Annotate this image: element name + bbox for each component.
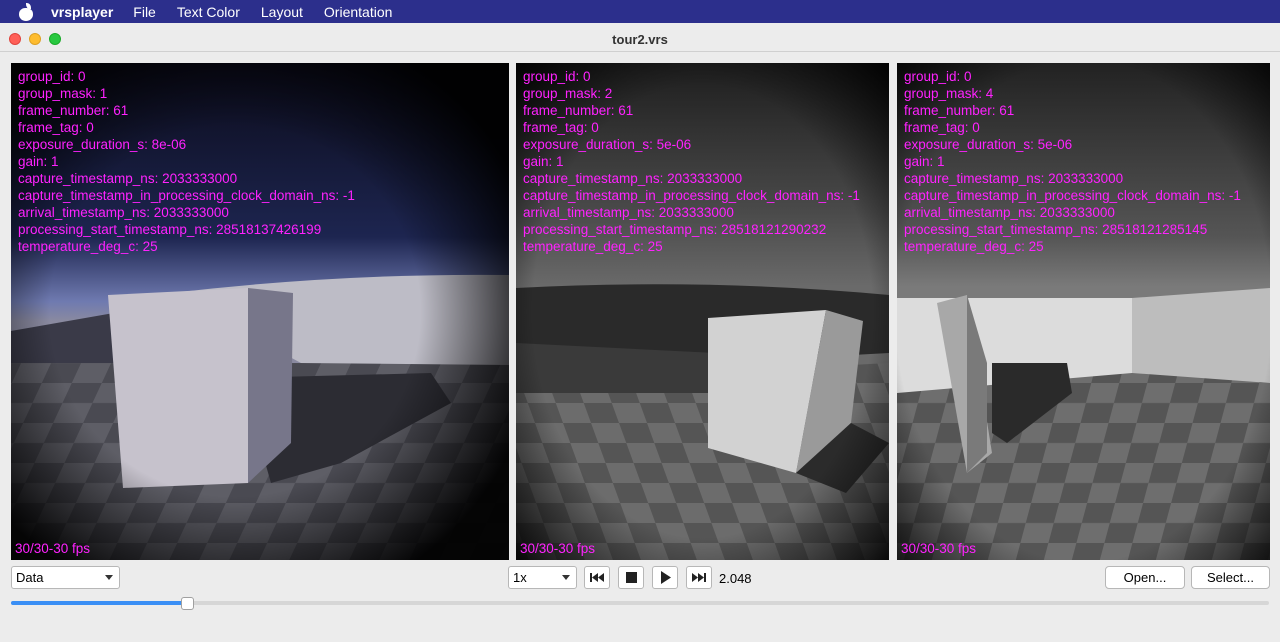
camera-view-2: group_id: 0 group_mask: 2 frame_number: … (516, 63, 889, 560)
overlay-line: arrival_timestamp_ns: 2033333000 (904, 205, 1115, 220)
overlay-line: frame_tag: 0 (18, 120, 94, 135)
overlay-line: exposure_duration_s: 8e-06 (18, 137, 187, 152)
overlay-line: capture_timestamp_in_processing_clock_do… (904, 188, 1241, 203)
camera-view-1: group_id: 0 group_mask: 1 frame_number: … (11, 63, 509, 560)
window-title: tour2.vrs (612, 32, 668, 47)
overlay-line: capture_timestamp_in_processing_clock_do… (18, 188, 355, 203)
overlay-line: capture_timestamp_ns: 2033333000 (904, 171, 1124, 186)
overlay-line: group_id: 0 (523, 69, 591, 84)
chevron-down-icon (105, 575, 113, 580)
speed-value: 1x (513, 570, 527, 585)
skip-back-icon (590, 573, 604, 582)
time-readout: 2.048 (719, 571, 752, 586)
menu-bar: vrsplayer File Text Color Layout Orienta… (0, 0, 1280, 23)
overlay-line: gain: 1 (18, 154, 59, 169)
view-mode-value: Data (16, 570, 44, 585)
overlay-line: exposure_duration_s: 5e-06 (523, 137, 692, 152)
overlay-line: exposure_duration_s: 5e-06 (904, 137, 1073, 152)
overlay-line: group_id: 0 (18, 69, 86, 84)
overlay-line: processing_start_timestamp_ns: 285181212… (523, 222, 827, 237)
metadata-overlay-1: group_id: 0 group_mask: 1 frame_number: … (18, 68, 355, 255)
menu-text-color[interactable]: Text Color (177, 4, 240, 20)
chevron-down-icon (562, 575, 570, 580)
skip-back-button[interactable] (584, 566, 610, 589)
overlay-line: gain: 1 (904, 154, 945, 169)
overlay-line: arrival_timestamp_ns: 2033333000 (18, 205, 229, 220)
play-button[interactable] (652, 566, 678, 589)
timeline-slider-fill (11, 601, 188, 605)
overlay-line: group_mask: 1 (18, 86, 108, 101)
fps-label-2: 30/30-30 fps (520, 541, 596, 556)
menu-orientation[interactable]: Orientation (324, 4, 392, 20)
menu-file[interactable]: File (133, 4, 156, 20)
overlay-line: capture_timestamp_ns: 2033333000 (18, 171, 238, 186)
overlay-line: frame_tag: 0 (904, 120, 980, 135)
apple-logo-icon[interactable] (18, 2, 34, 21)
menu-app-name[interactable]: vrsplayer (51, 4, 113, 20)
overlay-line: capture_timestamp_in_processing_clock_do… (523, 188, 860, 203)
overlay-line: temperature_deg_c: 25 (523, 239, 663, 254)
overlay-line: processing_start_timestamp_ns: 285181212… (904, 222, 1208, 237)
overlay-line: frame_number: 61 (904, 103, 1015, 118)
timeline-slider-track[interactable] (11, 601, 1269, 605)
skip-forward-button[interactable] (686, 566, 712, 589)
overlay-line: arrival_timestamp_ns: 2033333000 (523, 205, 734, 220)
overlay-line: temperature_deg_c: 25 (904, 239, 1044, 254)
camera-view-3: group_id: 0 group_mask: 4 frame_number: … (897, 63, 1270, 560)
player-window: tour2.vrs group_id: 0 group_mask: 1 fram… (0, 27, 1280, 642)
stop-button[interactable] (618, 566, 644, 589)
play-icon (661, 571, 671, 584)
menu-layout[interactable]: Layout (261, 4, 303, 20)
open-button[interactable]: Open... (1105, 566, 1185, 589)
overlay-line: group_mask: 2 (523, 86, 613, 101)
select-button[interactable]: Select... (1191, 566, 1270, 589)
timeline-slider-thumb[interactable] (181, 597, 195, 610)
overlay-line: group_id: 0 (904, 69, 972, 84)
overlay-line: gain: 1 (523, 154, 564, 169)
overlay-line: capture_timestamp_ns: 2033333000 (523, 171, 743, 186)
metadata-overlay-2: group_id: 0 group_mask: 2 frame_number: … (523, 68, 860, 255)
fps-label-3: 30/30-30 fps (901, 541, 977, 556)
metadata-overlay-3: group_id: 0 group_mask: 4 frame_number: … (904, 68, 1241, 255)
overlay-line: frame_number: 61 (523, 103, 634, 118)
overlay-line: frame_number: 61 (18, 103, 129, 118)
overlay-line: processing_start_timestamp_ns: 285181374… (18, 222, 322, 237)
view-mode-select[interactable]: Data (11, 566, 120, 589)
overlay-line: temperature_deg_c: 25 (18, 239, 158, 254)
overlay-line: frame_tag: 0 (523, 120, 599, 135)
skip-forward-icon (692, 573, 706, 582)
fps-label-1: 30/30-30 fps (15, 541, 91, 556)
title-bar: tour2.vrs (0, 27, 1280, 52)
speed-select[interactable]: 1x (508, 566, 577, 589)
overlay-line: group_mask: 4 (904, 86, 994, 101)
stop-icon (626, 572, 637, 583)
